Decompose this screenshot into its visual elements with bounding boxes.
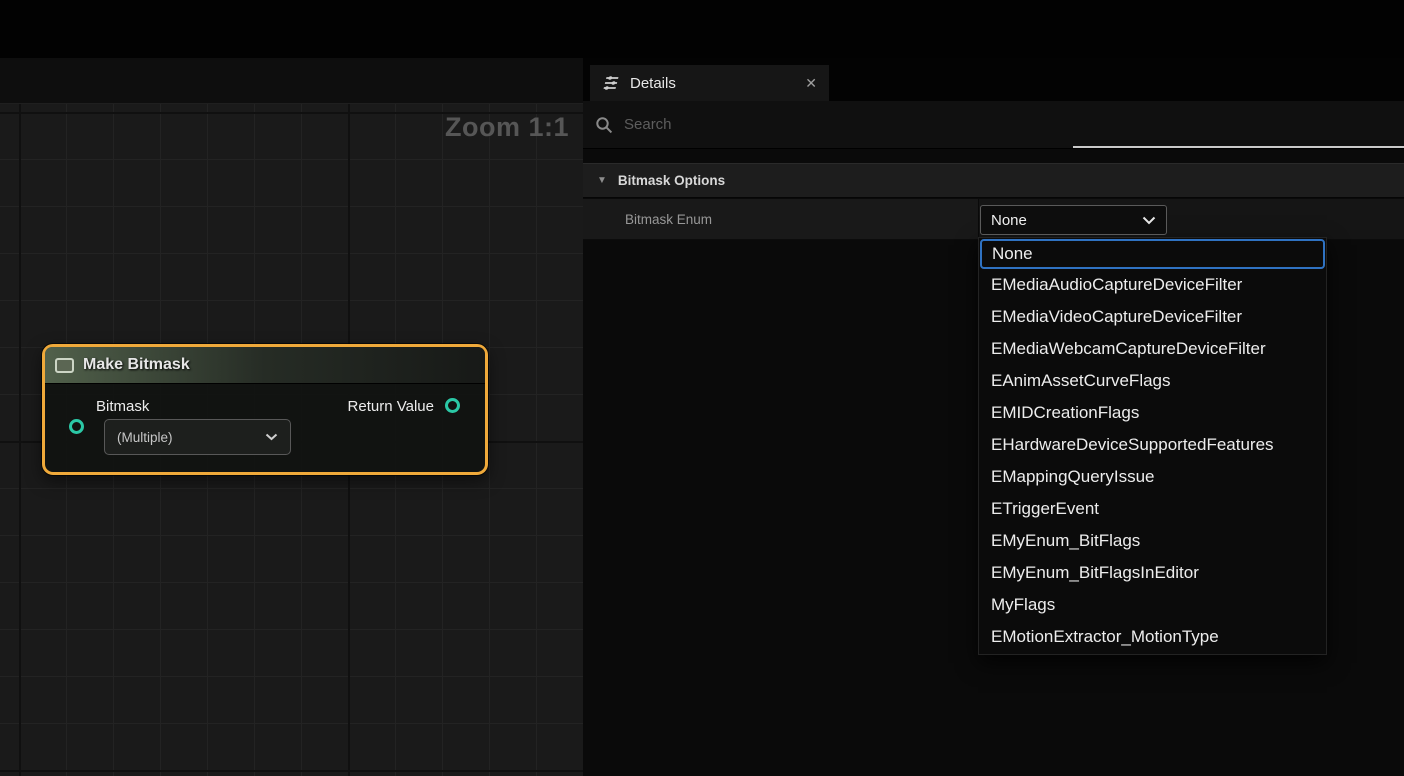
bitmask-enum-selected-value: None	[991, 212, 1027, 229]
bitmask-enum-dropdown[interactable]: None	[980, 205, 1167, 235]
node-title: Make Bitmask	[83, 356, 190, 374]
chevron-down-icon	[1142, 216, 1156, 225]
search-icon	[595, 116, 613, 134]
return-value-pin-label: Return Value	[348, 398, 434, 415]
dropdown-item[interactable]: EHardwareDeviceSupportedFeatures	[979, 429, 1326, 461]
dropdown-item[interactable]: ETriggerEvent	[979, 493, 1326, 525]
return-value-output-pin-icon[interactable]	[445, 398, 460, 413]
section-header-bitmask-options[interactable]: ▼ Bitmask Options	[583, 163, 1404, 198]
make-struct-icon	[55, 358, 74, 373]
top-toolbar	[0, 0, 1404, 58]
expand-triangle-icon: ▼	[597, 176, 607, 186]
section-title: Bitmask Options	[618, 173, 725, 188]
graph-toolbar-strip	[0, 58, 583, 104]
tab-details[interactable]: Details ✕	[590, 65, 829, 101]
dropdown-item[interactable]: EMappingQueryIssue	[979, 461, 1326, 493]
details-search-bar	[583, 101, 1404, 149]
dropdown-item[interactable]: EMediaAudioCaptureDeviceFilter	[979, 269, 1326, 301]
make-bitmask-node[interactable]: Make Bitmask Bitmask (Multiple) Return V…	[42, 344, 488, 475]
bitmask-input-pin-icon[interactable]	[69, 419, 84, 434]
dropdown-item[interactable]: None	[980, 239, 1325, 269]
close-icon[interactable]: ✕	[805, 76, 817, 90]
details-tab-title: Details	[630, 75, 676, 92]
search-input[interactable]	[624, 116, 1392, 133]
dropdown-item[interactable]: EAnimAssetCurveFlags	[979, 365, 1326, 397]
dropdown-item[interactable]: EMIDCreationFlags	[979, 397, 1326, 429]
chevron-down-icon	[265, 433, 278, 441]
bitmask-value-text: (Multiple)	[117, 430, 173, 445]
bitmask-value-dropdown[interactable]: (Multiple)	[104, 419, 291, 455]
blueprint-graph-panel: Zoom 1:1 Make Bitmask Bitmask (Multiple)…	[0, 58, 583, 776]
details-panel: Details ✕ ▼ Bitmask Options Bitmask Enum…	[583, 58, 1404, 776]
dropdown-item[interactable]: MyFlags	[979, 589, 1326, 621]
dropdown-item[interactable]: EMyEnum_BitFlagsInEditor	[979, 557, 1326, 589]
search-underline	[1073, 146, 1404, 148]
details-sliders-icon	[602, 75, 620, 91]
node-header[interactable]: Make Bitmask	[45, 347, 485, 384]
dropdown-item[interactable]: EMyEnum_BitFlags	[979, 525, 1326, 557]
dropdown-item[interactable]: EMediaVideoCaptureDeviceFilter	[979, 301, 1326, 333]
unreal-blueprint-editor: Zoom 1:1 Make Bitmask Bitmask (Multiple)…	[0, 0, 1404, 776]
enum-dropdown-menu: None EMediaAudioCaptureDeviceFilter EMed…	[978, 237, 1327, 655]
zoom-level-label: Zoom 1:1	[445, 112, 569, 143]
bitmask-input-pin-label: Bitmask	[96, 398, 149, 415]
dropdown-item[interactable]: EMotionExtractor_MotionType	[979, 621, 1326, 653]
details-tab-bar: Details ✕	[583, 58, 1404, 101]
dropdown-item[interactable]: EMediaWebcamCaptureDeviceFilter	[979, 333, 1326, 365]
property-label: Bitmask Enum	[625, 199, 712, 239]
